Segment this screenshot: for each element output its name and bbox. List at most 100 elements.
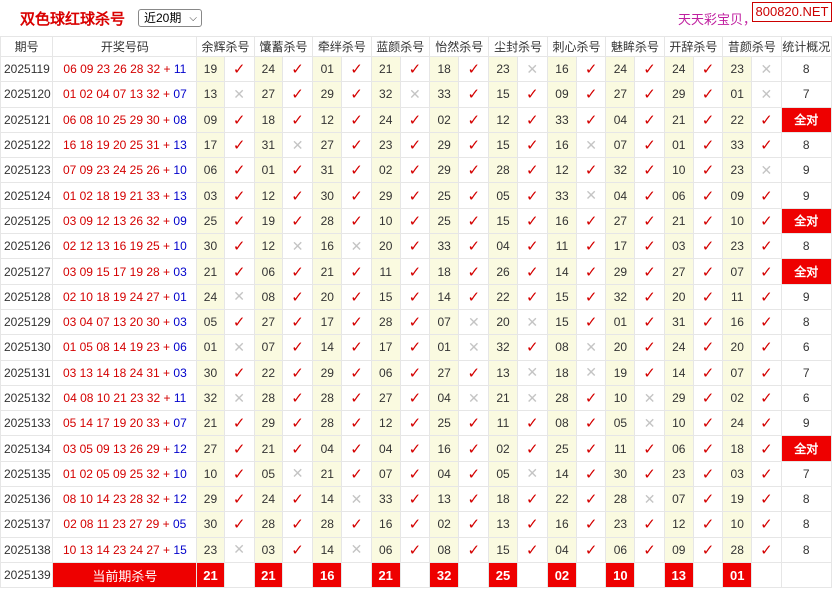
check-icon: ✓ xyxy=(701,238,715,256)
kill-number: 19 xyxy=(196,55,225,83)
kill-number: 22 xyxy=(253,359,283,386)
stat-summary: 6 xyxy=(780,384,832,412)
check-icon: ✓ xyxy=(232,465,246,483)
table-row: 2025121 06 08 10 25 29 30 + 08 09 ✓ 18 ✓ 12 ✓ 24… xyxy=(0,106,832,133)
cross-icon: ✕ xyxy=(350,541,363,558)
red-balls: 02 12 13 16 19 25 xyxy=(62,239,160,254)
kill-number: 21 xyxy=(663,207,694,235)
plus-sign: + xyxy=(159,365,174,380)
kill-number: 04 xyxy=(429,384,460,412)
result-mark: ✓ xyxy=(692,81,724,108)
brand-link[interactable]: 天天彩宝贝， xyxy=(678,9,756,28)
result-mark: ✓ xyxy=(576,460,607,488)
result-mark: ✕ xyxy=(516,359,548,386)
check-icon: ✓ xyxy=(408,111,422,129)
table-row: 2025131 03 13 14 18 24 31 + 03 30 ✓ 22 ✓ 29 ✓ 06… xyxy=(0,359,832,386)
kill-number: 04 xyxy=(605,106,636,133)
kill-number: 21 xyxy=(196,410,225,437)
check-icon: ✓ xyxy=(643,238,656,256)
kill-number: 24 xyxy=(253,486,283,513)
check-icon: ✓ xyxy=(291,263,304,281)
kill-number: 19 xyxy=(722,486,753,513)
result-mark: ✓ xyxy=(751,283,782,310)
kill-number: 18 xyxy=(429,258,460,285)
kill-number: 16 xyxy=(429,435,460,462)
check-icon: ✓ xyxy=(701,86,715,104)
kill-number: 18 xyxy=(546,359,578,386)
check-icon: ✓ xyxy=(350,465,363,483)
blue-ball: 13 xyxy=(173,188,187,203)
cross-icon: ✕ xyxy=(350,237,363,254)
result-mark: ✓ xyxy=(341,359,372,386)
check-icon: ✓ xyxy=(350,212,363,230)
result-mark: ✓ xyxy=(281,55,314,83)
column-header: 统计概况 xyxy=(780,36,832,57)
check-icon: ✓ xyxy=(760,137,773,155)
check-icon: ✓ xyxy=(525,339,539,357)
red-balls: 01 02 18 19 21 33 xyxy=(62,188,160,203)
kill-number: 29 xyxy=(663,384,694,412)
kill-number: 05 xyxy=(605,410,636,437)
check-icon: ✓ xyxy=(291,491,304,509)
result-mark: ✓ xyxy=(634,536,665,563)
period-select[interactable]: 近20期 ⌵ xyxy=(138,9,202,27)
kill-number: 11 xyxy=(370,258,401,285)
result-mark: ✓ xyxy=(399,334,431,361)
result-mark: ✓ xyxy=(576,207,607,235)
red-balls: 05 14 17 19 20 33 xyxy=(62,416,160,431)
check-icon: ✓ xyxy=(408,440,422,458)
result-mark: ✓ xyxy=(516,334,548,361)
cross-icon: ✕ xyxy=(233,541,246,558)
kill-number: 15 xyxy=(488,81,518,108)
check-icon: ✓ xyxy=(467,516,481,534)
result-mark: ✓ xyxy=(576,435,607,462)
check-icon: ✓ xyxy=(291,288,304,306)
stat-summary: 全对 xyxy=(780,207,832,235)
result-mark: ✕ xyxy=(634,384,665,412)
result-mark: ✓ xyxy=(281,486,314,513)
check-icon: ✓ xyxy=(291,61,304,79)
check-icon: ✓ xyxy=(467,415,481,433)
result-mark: ✓ xyxy=(576,384,607,412)
red-balls: 03 09 15 17 19 28 xyxy=(62,264,160,279)
result-mark: ✓ xyxy=(223,106,255,133)
result-mark: ✓ xyxy=(516,435,548,462)
result-mark: ✓ xyxy=(399,182,431,209)
red-balls: 07 09 23 24 25 26 xyxy=(62,163,160,178)
check-icon: ✓ xyxy=(232,364,246,382)
check-icon: ✓ xyxy=(291,314,304,332)
result-mark: ✕ xyxy=(281,233,314,260)
result-mark: ✓ xyxy=(399,384,431,412)
kill-number: 09 xyxy=(196,106,225,133)
check-icon: ✓ xyxy=(643,212,656,230)
kill-number: 15 xyxy=(546,308,578,336)
result-mark: ✕ xyxy=(516,384,548,412)
plus-sign: + xyxy=(159,87,174,102)
result-mark: ✓ xyxy=(634,334,665,361)
issue-number: 2025126 xyxy=(0,233,54,260)
red-balls: 06 09 23 26 28 32 xyxy=(63,62,161,77)
red-balls: 10 13 14 23 24 27 xyxy=(62,542,160,557)
blue-ball: 09 xyxy=(173,213,187,228)
result-mark: ✓ xyxy=(576,106,607,133)
kill-number: 03 xyxy=(722,460,753,488)
result-mark: ✓ xyxy=(341,384,372,412)
plus-sign: + xyxy=(159,340,174,355)
kill-number: 04 xyxy=(488,233,518,260)
blue-ball: 03 xyxy=(173,264,187,279)
check-icon: ✓ xyxy=(291,339,304,357)
result-mark: ✓ xyxy=(281,308,314,336)
empty-cell xyxy=(780,561,832,589)
red-balls: 03 09 12 13 26 32 xyxy=(62,213,160,228)
result-mark: ✓ xyxy=(458,460,490,488)
kill-number: 06 xyxy=(196,157,225,184)
result-mark: ✓ xyxy=(576,308,607,336)
column-header: 期号 xyxy=(0,36,54,57)
result-mark: ✕ xyxy=(281,460,314,488)
result-mark: ✓ xyxy=(281,435,314,462)
current-kill-number: 25 xyxy=(488,561,518,589)
check-icon: ✓ xyxy=(760,415,773,433)
kill-number-table: 期号 开奖号码 余辉杀号 馕蓄杀号 牵绊杀号 蓝颜杀号 怡然杀号 尘封杀号 刺心杀号 魅眸杀号 开辞… xyxy=(0,36,832,589)
draw-numbers: 02 08 11 23 27 29 + 05 xyxy=(52,511,198,538)
issue-number: 2025136 xyxy=(0,486,54,513)
